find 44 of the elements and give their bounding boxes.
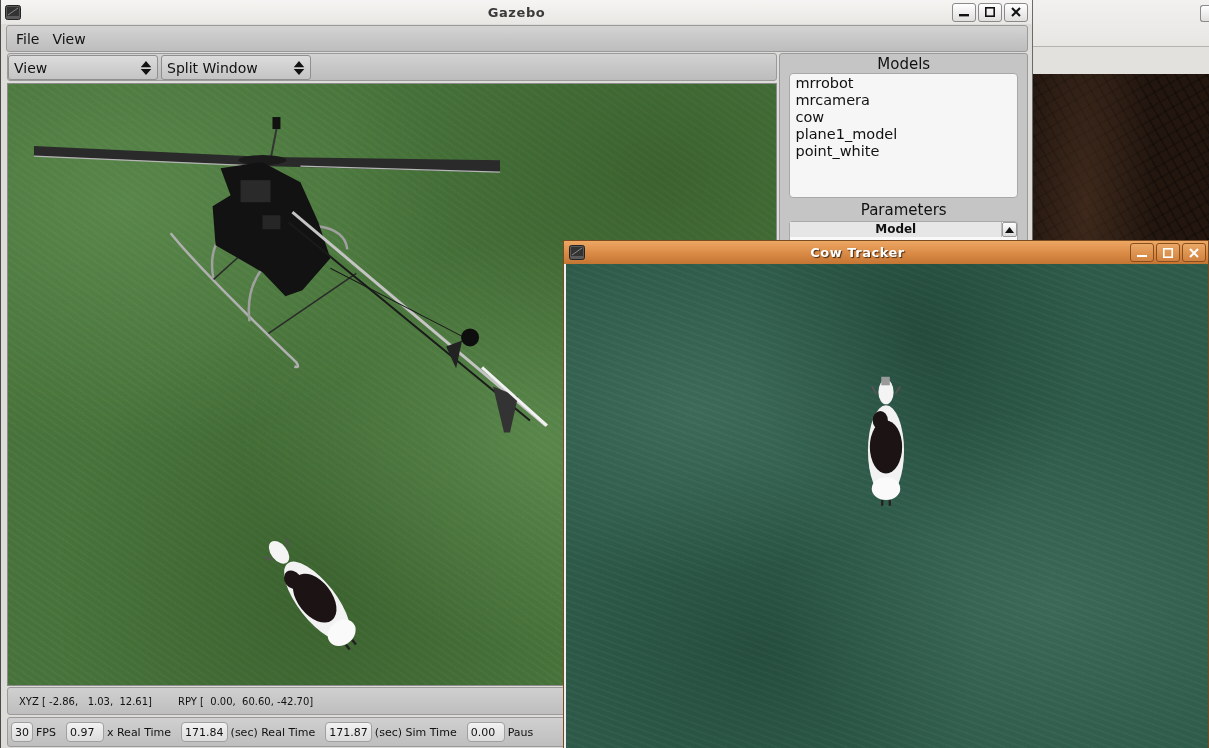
- panel-title: Parameters: [860, 201, 947, 219]
- scroll-up-button[interactable]: [1002, 222, 1017, 237]
- readout-caption: (sec) Real Time: [230, 725, 316, 739]
- window-title: Gazebo: [487, 4, 546, 20]
- list-item[interactable]: mrrobot: [794, 75, 855, 92]
- panel-title: Models: [877, 55, 931, 73]
- window-button[interactable]: [1200, 5, 1209, 22]
- orientation-readout: RPY [ 0.00, 60.60, -42.70]: [178, 695, 314, 707]
- minimize-icon: [1137, 254, 1147, 258]
- minimize-button[interactable]: [1130, 243, 1154, 262]
- list-item[interactable]: mrcamera: [794, 92, 871, 109]
- readout-caption: (sec) Sim Time: [374, 725, 457, 739]
- readout-caption: Paus: [507, 725, 534, 739]
- close-button[interactable]: [1004, 2, 1028, 22]
- window-icon[interactable]: [5, 4, 21, 20]
- menu-item[interactable]: File: [10, 28, 47, 49]
- readout-field: 0.00: [466, 722, 505, 742]
- readout-caption: x Real Time: [106, 725, 172, 739]
- maximize-button[interactable]: [1156, 243, 1180, 262]
- readout-field: 171.87: [325, 722, 372, 742]
- list-item[interactable]: plane1_model: [794, 126, 899, 143]
- window-title: Cow Tracker: [809, 245, 906, 260]
- maximize-icon: [1163, 247, 1173, 258]
- readout-field: 171.84: [181, 722, 228, 742]
- minimize-icon: [959, 14, 969, 17]
- list-item[interactable]: cow: [794, 109, 826, 126]
- list-item[interactable]: point_white: [794, 143, 881, 160]
- readout-field: 0.97: [65, 722, 104, 742]
- dropdown[interactable]: View: [8, 55, 158, 80]
- menu-item[interactable]: View: [46, 28, 93, 49]
- close-icon: [1011, 7, 1021, 17]
- dropdown[interactable]: Split Window: [161, 55, 311, 80]
- readout-field: 30: [11, 722, 33, 742]
- position-readout: XYZ [ -2.86, 1.03, 12.61]: [19, 695, 152, 707]
- maximize-button[interactable]: [978, 2, 1002, 22]
- minimize-button[interactable]: [952, 2, 976, 22]
- maximize-icon: [985, 7, 995, 17]
- readout-caption: FPS: [36, 725, 56, 739]
- up-arrow-icon: [1005, 226, 1014, 233]
- close-icon: [1189, 247, 1199, 258]
- updown-arrow-icon: [140, 60, 152, 75]
- updown-arrow-icon: [293, 60, 305, 75]
- close-button[interactable]: [1182, 243, 1206, 262]
- column-header: Model: [790, 222, 1002, 237]
